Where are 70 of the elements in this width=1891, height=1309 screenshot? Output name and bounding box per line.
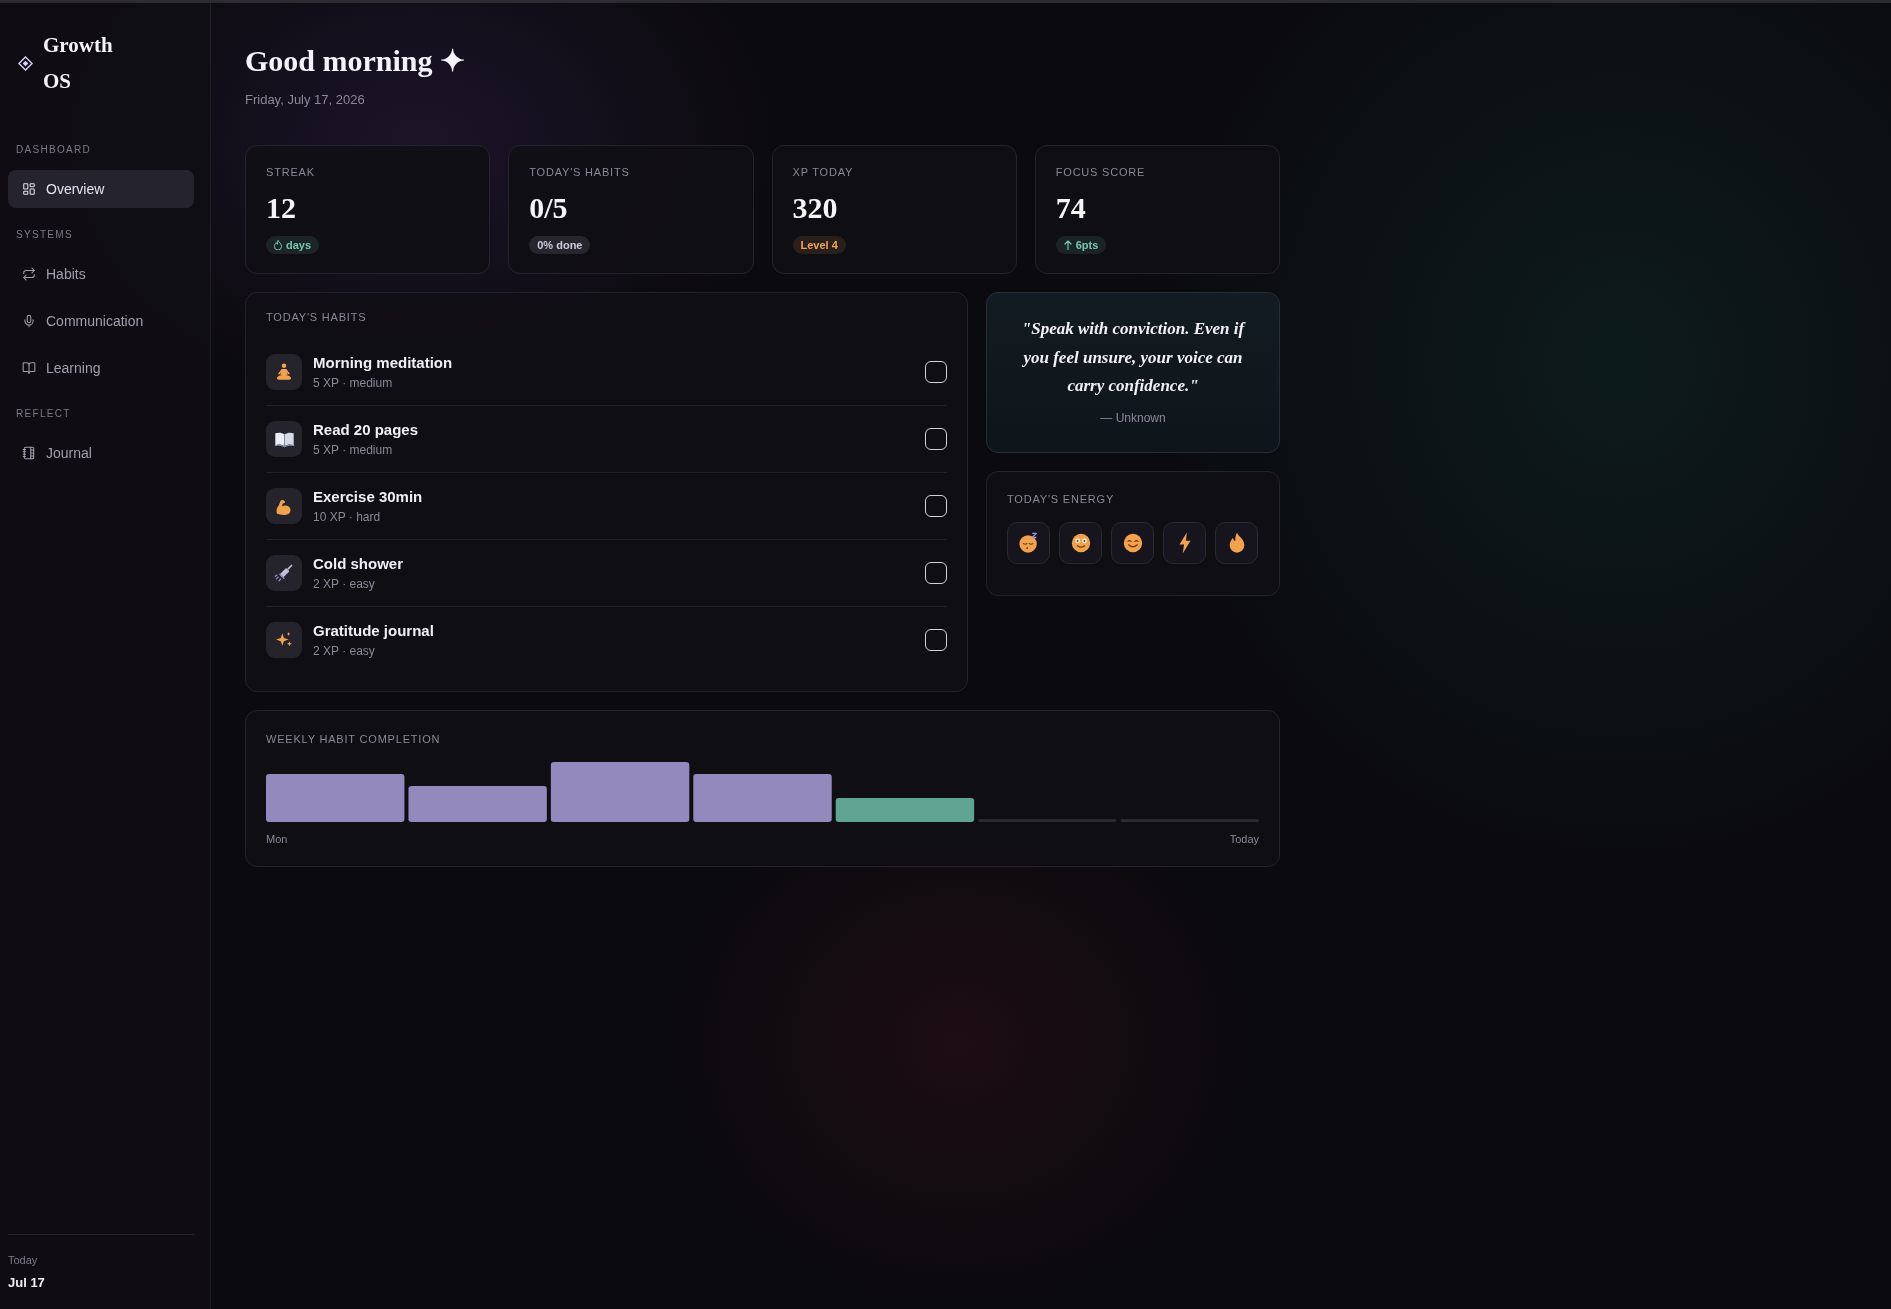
axis-label: Mon [266,832,288,846]
footer-label: Today [8,1253,38,1267]
shower-head-icon [266,555,302,591]
checkbox[interactable] [925,361,947,383]
habit-name: Read 20 pages [313,420,419,439]
notebook-icon [22,446,36,460]
stat-label: STREAK [266,165,315,179]
flexed-arm-icon [266,488,302,524]
quote-author: — Unknown [1100,409,1166,426]
nav-item[interactable]: Habits [8,255,194,293]
person-meditating-icon [266,354,302,390]
nav-item[interactable]: Learning [8,349,194,387]
wide-eyed-face-icon [1069,531,1092,554]
stat-label: FOCUS SCORE [1055,165,1146,179]
card-title: TODAY'S ENERGY [1007,491,1115,506]
checkbox[interactable] [925,495,947,517]
smiling-face-icon [1121,531,1144,554]
nav-section-label: SYSTEMS [16,229,73,241]
stat-value: 74 [1055,190,1086,226]
diamond-logo-icon [18,55,33,71]
open-book-icon [266,421,302,457]
habit-name: Exercise 30min [313,487,423,506]
lightning-bolt-icon [1177,531,1192,554]
habit-name: Gratitude journal [313,621,434,640]
open-book-icon [22,361,36,375]
habit-name: Morning meditation [313,353,453,372]
card-title: WEEKLY HABIT COMPLETION [266,732,441,746]
checkbox[interactable] [925,562,947,584]
habit-name: Cold shower [313,554,403,573]
logo-text: Growth OS [43,32,114,95]
habit-meta: 2 XP · easy [313,576,375,592]
card-title: TODAY'S HABITS [266,310,367,324]
flame-icon [1227,531,1246,554]
greeting-title: Good morning ✦ [245,43,466,79]
quote-text: "Speak with conviction. Even if you feel unsure, your voice can carry confidence." [1020,318,1247,397]
stat-value: 0/5 [529,190,568,226]
date-text: Friday, July 17, 2026 [245,91,365,109]
stat-label: XP TODAY [792,165,854,179]
nav-item[interactable]: Overview [8,170,194,208]
energy-option[interactable] [1007,521,1050,564]
stat-value: 12 [266,190,296,226]
stat-note: days [286,239,312,251]
habit-meta: 2 XP · easy [313,643,375,659]
energy-option[interactable] [1163,521,1206,564]
nav-item[interactable]: Communication [8,302,194,340]
footer-date: Jul 17 [8,1275,45,1291]
stat-note: 6pts [1075,239,1099,251]
sparkles-icon [266,622,302,658]
energy-option[interactable] [1111,521,1154,564]
sleepy-face-icon [1017,531,1040,554]
up-arrow-icon [1063,240,1072,250]
checkbox[interactable] [925,428,947,450]
habit-meta: 10 XP · hard [313,509,381,525]
nav-section-label: REFLECT [16,408,71,420]
stat-label: TODAY'S HABITS [529,165,630,179]
stat-value: 320 [792,190,838,226]
nav-item[interactable]: Journal [8,434,194,472]
repeat-arrows-icon [22,267,36,281]
flame-icon [274,240,282,250]
nav-section-label: DASHBOARD [16,144,92,156]
checkbox[interactable] [925,629,947,651]
habit-meta: 5 XP · medium [313,375,393,391]
stat-note: 0% done [537,239,583,251]
microphone-icon [22,314,36,328]
energy-option[interactable] [1215,521,1258,564]
energy-option[interactable] [1059,521,1102,564]
dashboard-grid-icon [22,182,36,196]
habit-meta: 5 XP · medium [313,442,393,458]
stat-note: Level 4 [800,239,838,251]
axis-label: Today [1229,832,1259,846]
